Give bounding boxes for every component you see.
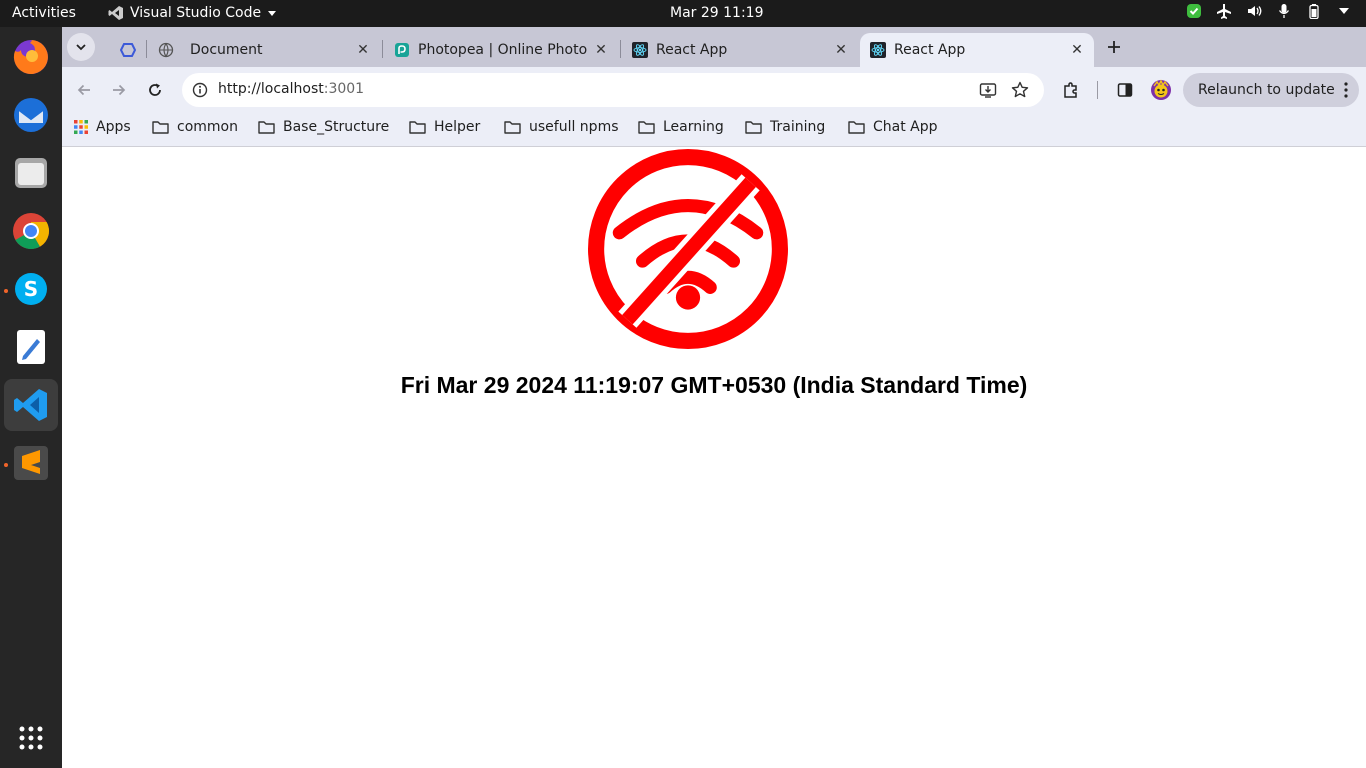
bookmark-label: usefull npms xyxy=(529,119,619,135)
wifi-off-icon xyxy=(588,149,788,349)
new-tab-button[interactable] xyxy=(1101,34,1127,60)
sublime-text-icon[interactable] xyxy=(4,437,58,489)
react-icon xyxy=(632,42,648,58)
forward-button[interactable] xyxy=(106,77,132,103)
reload-button[interactable] xyxy=(142,77,168,103)
folder-icon xyxy=(745,121,762,134)
puzzle-icon xyxy=(1064,82,1077,98)
apps-grid-icon xyxy=(74,120,88,134)
bookmark-label: Learning xyxy=(663,119,724,135)
install-app-icon[interactable] xyxy=(979,81,997,99)
more-vert-icon xyxy=(1344,82,1348,98)
update-shield-icon[interactable] xyxy=(1186,3,1202,19)
bookmarks-bar: Apps common Base_Structure Helper useful… xyxy=(62,112,1366,147)
tab-document[interactable]: Document ✕ xyxy=(148,33,380,67)
vscode-icon[interactable] xyxy=(4,379,58,431)
skype-icon[interactable]: S xyxy=(4,263,58,315)
bookmark-label: Helper xyxy=(434,119,481,135)
thunderbird-icon[interactable] xyxy=(4,89,58,141)
microphone-icon[interactable] xyxy=(1276,3,1292,19)
vscode-small-icon xyxy=(108,6,123,20)
arrow-right-icon xyxy=(113,84,126,96)
bookmark-folder-training[interactable]: Training xyxy=(745,119,825,135)
info-icon[interactable] xyxy=(192,82,208,98)
tab-title: React App xyxy=(894,42,966,58)
system-top-bar: Activities Visual Studio Code Mar 29 11:… xyxy=(0,0,1366,27)
chrome-window: Document ✕ Photopea | Online Photo Edito… xyxy=(62,27,1366,768)
bookmark-folder-helper[interactable]: Helper xyxy=(409,119,480,135)
folder-icon xyxy=(638,121,655,134)
clock[interactable]: Mar 29 11:19 xyxy=(670,5,763,21)
tab-strip: Document ✕ Photopea | Online Photo Edito… xyxy=(62,27,1366,67)
chevron-down-icon xyxy=(76,44,86,51)
globe-icon xyxy=(158,42,174,58)
activities-button[interactable]: Activities xyxy=(12,5,76,21)
tab-search-button[interactable] xyxy=(67,33,95,61)
app-menu-label: Visual Studio Code xyxy=(130,5,262,21)
close-tab-icon[interactable]: ✕ xyxy=(354,42,372,58)
power-menu-icon[interactable] xyxy=(1336,3,1352,19)
side-panel-icon xyxy=(1117,83,1133,97)
tab-react-app-active[interactable]: React App ✕ xyxy=(860,33,1094,67)
relaunch-to-update-button[interactable]: Relaunch to update xyxy=(1183,73,1359,107)
tab-react-app[interactable]: React App ✕ xyxy=(622,33,858,67)
bookmark-folder-base-structure[interactable]: Base_Structure xyxy=(258,119,389,135)
tab-title: Photopea | Online Photo Editor xyxy=(418,42,592,58)
show-apps-icon[interactable] xyxy=(4,712,58,764)
app-menu[interactable]: Visual Studio Code xyxy=(108,5,277,21)
close-tab-icon[interactable]: ✕ xyxy=(1068,42,1086,58)
pinned-tab[interactable] xyxy=(110,33,142,67)
files-icon[interactable] xyxy=(4,147,58,199)
bookmark-label: Training xyxy=(770,119,826,135)
folder-icon xyxy=(152,121,169,134)
photopea-icon xyxy=(395,43,409,57)
url-text[interactable]: http://localhost:3001 xyxy=(218,81,364,97)
avatar-icon xyxy=(1151,79,1171,100)
plus-icon xyxy=(1108,41,1120,53)
extensions-button[interactable] xyxy=(1058,77,1084,103)
arrow-left-icon xyxy=(77,84,90,96)
reload-icon xyxy=(149,83,161,96)
tab-title: React App xyxy=(656,42,728,58)
bookmark-label: Apps xyxy=(96,119,131,135)
bookmark-star-icon[interactable] xyxy=(1011,81,1029,99)
bookmark-label: Chat App xyxy=(873,119,938,135)
relaunch-label: Relaunch to update xyxy=(1198,82,1335,98)
battery-icon[interactable] xyxy=(1306,3,1322,19)
close-tab-icon[interactable]: ✕ xyxy=(832,42,850,58)
react-icon xyxy=(870,42,886,58)
tab-title: Document xyxy=(190,42,263,58)
airplane-mode-icon[interactable] xyxy=(1216,3,1232,19)
page-content: Fri Mar 29 2024 11:19:07 GMT+0530 (India… xyxy=(62,148,1366,768)
bookmark-apps[interactable]: Apps xyxy=(74,119,131,135)
tab-photopea[interactable]: Photopea | Online Photo Editor ✕ xyxy=(384,33,618,67)
address-bar[interactable]: http://localhost:3001 xyxy=(182,73,1044,107)
folder-icon xyxy=(409,121,426,134)
text-editor-icon[interactable] xyxy=(4,321,58,373)
dock: S xyxy=(0,27,62,768)
svg-text:S: S xyxy=(24,277,38,301)
profile-avatar[interactable] xyxy=(1148,77,1174,103)
back-button[interactable] xyxy=(71,77,97,103)
browser-toolbar: http://localhost:3001 Relaunch to update xyxy=(62,67,1366,112)
folder-icon xyxy=(504,121,521,134)
folder-icon xyxy=(258,121,275,134)
caret-down-icon xyxy=(268,11,277,16)
bookmark-folder-chat-app[interactable]: Chat App xyxy=(848,119,938,135)
bookmark-folder-usefull-npms[interactable]: usefull npms xyxy=(504,119,619,135)
side-panel-button[interactable] xyxy=(1112,77,1138,103)
volume-icon[interactable] xyxy=(1246,3,1262,19)
bookmark-label: Base_Structure xyxy=(283,119,390,135)
bookmark-label: common xyxy=(177,119,238,135)
current-date-text: Fri Mar 29 2024 11:19:07 GMT+0530 (India… xyxy=(400,372,1028,398)
firefox-icon[interactable] xyxy=(4,31,58,83)
bookmark-folder-common[interactable]: common xyxy=(152,119,238,135)
close-tab-icon[interactable]: ✕ xyxy=(592,42,610,58)
folder-icon xyxy=(848,121,865,134)
app-favicon-icon xyxy=(120,43,136,57)
bookmark-folder-learning[interactable]: Learning xyxy=(638,119,724,135)
chrome-icon[interactable] xyxy=(4,205,58,257)
system-tray[interactable] xyxy=(1186,3,1352,19)
